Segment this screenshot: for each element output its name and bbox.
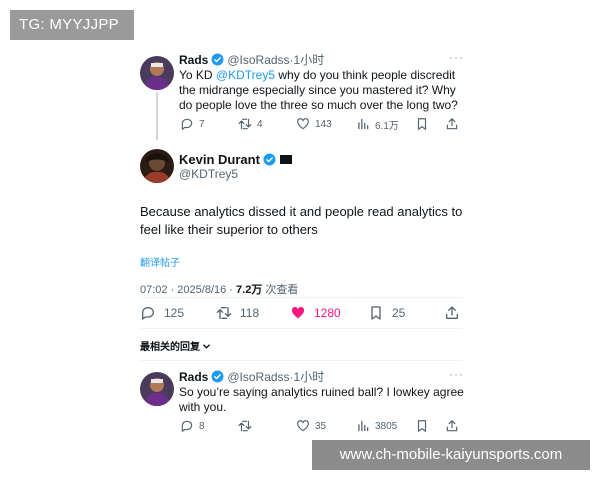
share-icon <box>446 306 458 319</box>
bookmark-icon <box>417 118 427 130</box>
main-tweet-text: Because analytics dissed it and people r… <box>140 204 463 237</box>
views-chart-icon <box>358 420 369 432</box>
tweet-header: Rads @IsoRadss·1小时 <box>179 52 324 68</box>
like-count: 35 <box>315 420 327 432</box>
retweet-icon <box>238 118 252 130</box>
reply-icon <box>142 307 154 320</box>
reply-sort-label: 最相关的回复 <box>140 342 200 353</box>
tweet-header: Rads @IsoRadss·1小时 <box>179 369 324 385</box>
tweet-text: Yo KD @KDTrey5 why do you think people d… <box>179 68 469 113</box>
views-button[interactable]: 6.1万 <box>356 116 399 132</box>
reply-icon <box>181 118 193 130</box>
views-label: 次查看 <box>262 284 299 296</box>
verified-badge-icon <box>211 53 224 66</box>
bookmark-count: 25 <box>392 306 406 320</box>
tweet-text-part: Yo KD <box>179 68 216 82</box>
divider <box>140 360 462 361</box>
views-count: 7.2万 <box>236 284 263 296</box>
share-icon <box>446 420 458 432</box>
mention-link[interactable]: @KDTrey5 <box>216 68 275 82</box>
action-bar: 7 4 143 6.1万 <box>180 116 460 132</box>
watermark-bottom-right: www.ch-mobile-kaiyunsports.com <box>312 440 590 470</box>
share-button[interactable] <box>444 305 468 321</box>
retweet-icon <box>216 307 232 319</box>
bookmark-icon <box>371 306 381 320</box>
like-count: 1280 <box>314 306 341 320</box>
like-count: 143 <box>315 118 332 130</box>
more-options-icon[interactable]: ··· <box>449 50 464 64</box>
like-button[interactable]: 35 <box>296 418 326 434</box>
avatar[interactable] <box>140 149 174 183</box>
heart-filled-icon <box>291 306 305 319</box>
bookmark-button[interactable] <box>415 418 434 434</box>
reply-sort-dropdown[interactable]: 最相关的回复 <box>140 338 211 353</box>
author-name[interactable]: Rads <box>179 370 208 384</box>
chevron-down-icon <box>202 342 211 353</box>
views-count: 3805 <box>375 420 398 432</box>
retweet-button[interactable] <box>238 418 257 434</box>
affiliate-badge-icon[interactable] <box>279 155 292 164</box>
author-name[interactable]: Kevin Durant <box>179 152 260 167</box>
action-bar: 8 35 3805 <box>180 418 460 434</box>
retweet-button[interactable]: 4 <box>238 116 263 132</box>
heart-icon <box>297 420 309 432</box>
more-options-icon[interactable]: ··· <box>449 367 464 381</box>
author-handle[interactable]: @IsoRadss <box>227 53 289 67</box>
retweet-count: 4 <box>257 118 263 130</box>
tweet-meta: 07:02 · 2025/8/16 · 7.2万 次查看 <box>140 281 298 297</box>
reply-icon <box>181 420 193 432</box>
thread-line <box>156 92 158 140</box>
reply-button[interactable]: 7 <box>180 116 205 132</box>
retweet-count: 118 <box>240 306 260 320</box>
author-handle[interactable]: @KDTrey5 <box>179 167 238 182</box>
retweet-button[interactable]: 118 <box>216 305 259 321</box>
divider <box>140 297 462 298</box>
action-bar: 125 118 1280 25 <box>140 305 462 321</box>
bookmark-icon <box>417 420 427 432</box>
reply-count: 7 <box>199 118 205 130</box>
author-name[interactable]: Rads <box>179 53 208 67</box>
avatar[interactable] <box>140 372 174 406</box>
author-name-line: Kevin Durant <box>179 152 292 168</box>
views-button[interactable]: 3805 <box>356 418 397 434</box>
tweet-timestamp[interactable]: 07:02 · 2025/8/16 · <box>140 284 236 296</box>
verified-badge-icon <box>263 153 276 166</box>
bookmark-button[interactable]: 25 <box>368 305 405 321</box>
tweet-time[interactable]: ·1小时 <box>290 370 325 384</box>
like-button[interactable]: 143 <box>296 116 332 132</box>
author-handle[interactable]: @IsoRadss <box>227 370 289 384</box>
views-count: 6.1万 <box>375 120 399 132</box>
share-button[interactable] <box>445 418 464 434</box>
retweet-icon <box>238 420 252 432</box>
tweet-time[interactable]: ·1小时 <box>290 53 325 67</box>
verified-badge-icon <box>211 370 224 383</box>
tweet-text: So you’re saying analytics ruined ball? … <box>179 385 464 414</box>
reply-count: 8 <box>199 420 205 432</box>
reply-button[interactable]: 125 <box>140 305 184 321</box>
like-button[interactable]: 1280 <box>290 305 341 321</box>
reply-button[interactable]: 8 <box>180 418 205 434</box>
translate-post-link[interactable]: 翻译帖子 <box>140 254 180 269</box>
avatar[interactable] <box>140 56 174 90</box>
reply-count: 125 <box>164 306 185 320</box>
divider <box>140 328 462 329</box>
views-chart-icon <box>358 118 369 130</box>
heart-icon <box>297 118 309 130</box>
share-icon <box>446 118 458 130</box>
watermark-top-left: TG: MYYJJPP <box>10 10 134 40</box>
share-button[interactable] <box>445 116 464 132</box>
bookmark-button[interactable] <box>415 116 434 132</box>
